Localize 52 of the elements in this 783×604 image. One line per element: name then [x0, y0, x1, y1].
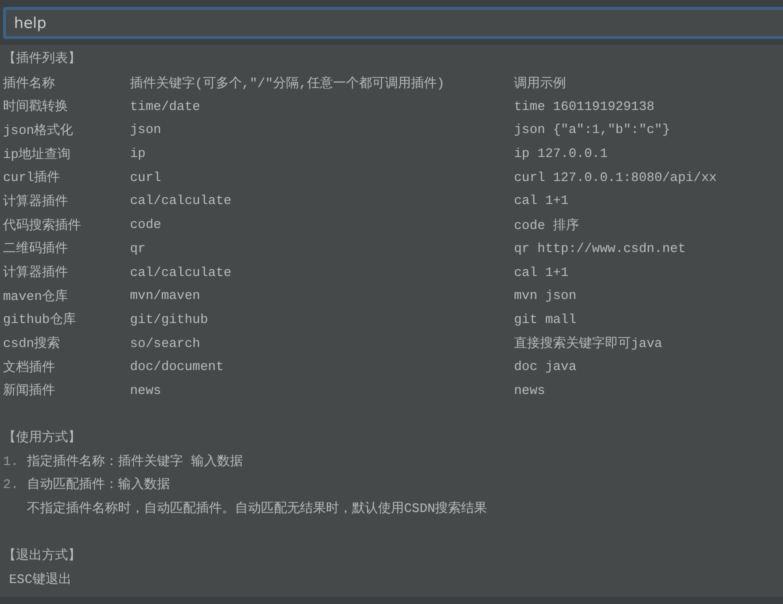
table-cell-text: git/github [130, 312, 210, 327]
table-cell-text: 代码搜索插件 [3, 216, 82, 234]
table-cell-text: time/date [130, 98, 202, 114]
step-number: 2. [3, 476, 20, 494]
table-cell-text: 直接搜索关键字即可java [514, 335, 664, 352]
section-heading: 【插件列表】 [3, 50, 82, 68]
table-cell-text: doc java [514, 359, 578, 374]
table-cell-text: mvn/maven [130, 288, 202, 304]
table-cell-text: cal 1+1 [514, 264, 570, 280]
table-cell-text: ip地址查询 [3, 146, 72, 163]
table-cell-text: 二维码插件 [3, 240, 69, 258]
table-cell-text: csdn搜索 [3, 335, 62, 352]
step-text: 指定插件名称：插件关键字 输入数据 [27, 452, 243, 471]
table-cell-text: json {"a":1,"b":"c"} [514, 122, 672, 138]
table-cell-text: 计算器插件 [3, 264, 69, 282]
table-cell-text: git mall [514, 312, 578, 327]
table-cell-text: code [130, 217, 162, 232]
note-text: 不指定插件名称时，自动匹配插件。自动匹配无结果时，默认使用CSDN搜索结果 [27, 500, 488, 518]
table-cell-text: cal/calculate [130, 264, 232, 280]
table-cell-text: mvn json [514, 288, 578, 304]
table-cell-text: cal 1+1 [514, 193, 570, 208]
table-cell-text: qr [130, 240, 147, 256]
section-heading: 【使用方式】 [3, 429, 82, 447]
table-cell-text: curl 127.0.0.1:8080/api/xx [514, 170, 718, 185]
table-cell-text: 文档插件 [3, 358, 56, 376]
table-cell-text: news [130, 382, 162, 398]
table-cell-text: 计算器插件 [3, 192, 69, 210]
table-cell-text: json [130, 122, 162, 138]
column-header: 插件名称 [3, 74, 56, 92]
column-header: 插件关键字(可多个,"/"分隔,任意一个都可调用插件) [130, 74, 446, 92]
table-cell-text: ip [130, 146, 147, 162]
table-cell-text: news [514, 382, 546, 398]
table-cell-text: qr http://www.csdn.net [514, 240, 687, 256]
step-number: 1. [3, 452, 20, 471]
table-cell-text: code 排序 [514, 216, 580, 234]
table-cell-text: json格式化 [3, 122, 74, 139]
table-cell-text: cal/calculate [130, 193, 232, 208]
section-heading: 【退出方式】 [3, 547, 82, 566]
search-field[interactable]: help [3, 7, 783, 39]
table-cell-text: github仓库 [3, 311, 77, 328]
table-cell-text: 时间戳转换 [3, 98, 69, 116]
step-text: 自动匹配插件：输入数据 [27, 476, 170, 494]
column-header: 调用示例 [514, 74, 567, 92]
table-cell-text: so/search [130, 336, 202, 351]
table-cell-text: time 1601191929138 [514, 98, 656, 114]
table-cell-text: curl [130, 170, 162, 185]
exit-text: ESC键退出 [8, 571, 72, 590]
table-cell-text: doc/document [130, 359, 225, 374]
table-cell-text: maven仓库 [3, 288, 70, 305]
table-cell-text: 新闻插件 [3, 382, 56, 400]
table-cell-text: curl插件 [3, 169, 62, 186]
table-cell-text: ip 127.0.0.1 [514, 146, 609, 162]
